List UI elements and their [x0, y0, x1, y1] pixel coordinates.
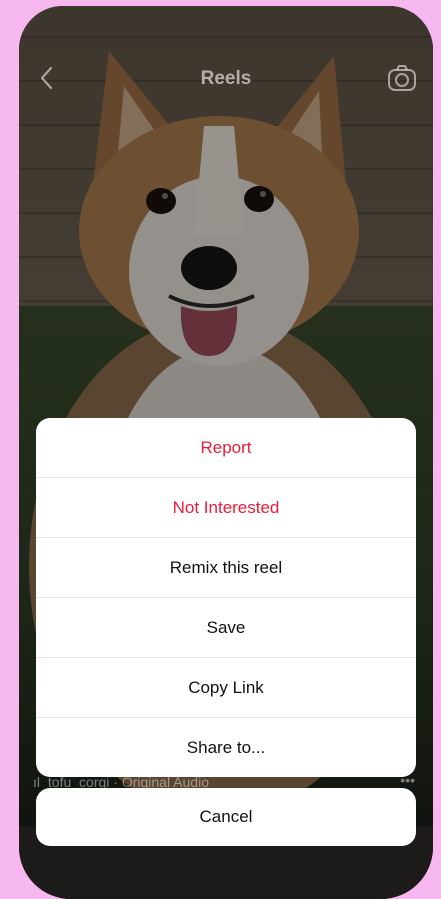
share-to-button[interactable]: Share to... — [36, 718, 416, 777]
remix-button[interactable]: Remix this reel — [36, 538, 416, 598]
report-button[interactable]: Report — [36, 418, 416, 478]
copy-link-button[interactable]: Copy Link — [36, 658, 416, 718]
page-title: Reels — [200, 68, 252, 89]
cancel-button[interactable]: Cancel — [36, 788, 416, 846]
camera-icon[interactable] — [387, 64, 417, 92]
save-button[interactable]: Save — [36, 598, 416, 658]
top-bar: Reels — [19, 56, 433, 100]
action-sheet: Report Not Interested Remix this reel Sa… — [36, 418, 416, 777]
not-interested-button[interactable]: Not Interested — [36, 478, 416, 538]
audio-bars-icon: ıl — [33, 774, 40, 790]
